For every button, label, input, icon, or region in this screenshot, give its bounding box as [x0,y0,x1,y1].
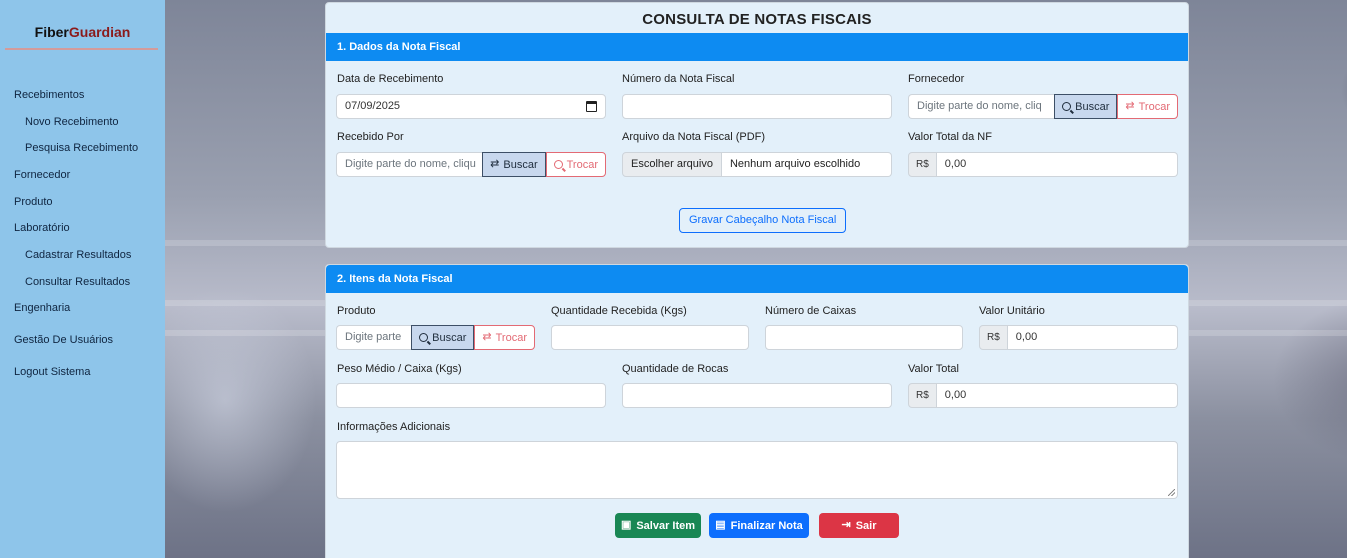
sidebar-item-novo-recebimento[interactable]: Novo Recebimento [25,116,119,128]
info-adicionais-textarea[interactable] [336,441,1178,499]
info-adicionais-label: Informações Adicionais [337,421,451,433]
resize-handle[interactable] [1168,489,1175,496]
fornecedor-label: Fornecedor [908,73,965,85]
trocar-label: Trocar [566,158,598,171]
fornecedor-trocar-button[interactable]: ⇄ Trocar [1117,94,1178,119]
quantidade-label: Quantidade Recebida (Kgs) [551,305,687,317]
buscar-label: Buscar [1075,100,1110,113]
peso-medio-input[interactable] [336,383,606,408]
quantidade-rocas-input[interactable] [622,383,892,408]
buscar-label: Buscar [503,158,538,171]
valor-total-nf-label: Valor Total da NF [908,131,992,143]
produto-buscar-button[interactable]: Buscar [411,325,475,350]
recebido-por-input[interactable]: Digite parte do nome, cliqu [336,152,483,177]
exit-icon: ⇥ [841,519,851,531]
data-recebimento-label: Data de Recebimento [337,73,444,85]
valor-unitario-input[interactable]: 0,00 [1007,325,1178,350]
produto-label: Produto [337,305,376,317]
valor-unitario-label: Valor Unitário [979,305,1045,317]
page-title: CONSULTA DE NOTAS FISCAIS [642,11,872,28]
swap-icon: ⇄ [490,158,500,170]
brand-part1: Fiber [34,24,69,40]
valor-total-nf-group: R$ 0,00 [908,152,1178,177]
fornecedor-input[interactable]: Digite parte do nome, cliq [908,94,1055,119]
arquivo-label: Arquivo da Nota Fiscal (PDF) [622,131,766,143]
sidebar-item-cadastrar-resultados[interactable]: Cadastrar Resultados [25,249,131,261]
file-icon: ▤ [715,519,726,531]
nota-fiscal-items-panel: 2. Itens da Nota Fiscal Produto Digite p… [325,264,1189,558]
quantidade-rocas-label: Quantidade de Rocas [622,363,729,375]
finalizar-nota-button[interactable]: ▤ Finalizar Nota [709,513,809,538]
arquivo-status: Nenhum arquivo escolhido [721,152,892,177]
salvar-item-label: Salvar Item [636,519,696,532]
numero-caixas-input[interactable] [765,325,963,350]
search-icon [419,333,429,342]
produto-trocar-button[interactable]: ⇄ Trocar [474,325,535,350]
sidebar: FiberGuardian Recebimentos Novo Recebime… [0,0,165,558]
search-icon [1062,102,1072,111]
produto-input[interactable]: Digite parte [336,325,412,350]
fornecedor-group: Digite parte do nome, cliq Buscar ⇄ Troc… [908,94,1178,119]
swap-icon: ⇄ [482,331,492,343]
calendar-icon[interactable] [586,101,597,112]
brand-divider [5,48,158,50]
sidebar-item-engenharia[interactable]: Engenharia [14,302,70,314]
currency-prefix: R$ [979,325,1008,350]
sidebar-item-logout[interactable]: Logout Sistema [14,366,90,378]
nota-fiscal-header-panel: CONSULTA DE NOTAS FISCAIS 1. Dados da No… [325,2,1189,248]
swap-icon: ⇄ [1125,100,1135,112]
salvar-item-button[interactable]: ▣ Salvar Item [615,513,701,538]
fornecedor-buscar-button[interactable]: Buscar [1054,94,1118,119]
recebido-por-label: Recebido Por [337,131,404,143]
numero-nf-input[interactable] [622,94,892,119]
valor-total-nf-input[interactable]: 0,00 [936,152,1178,177]
gravar-cabecalho-button[interactable]: Gravar Cabeçalho Nota Fiscal [679,208,847,233]
sair-button[interactable]: ⇥ Sair [819,513,899,538]
recebido-por-buscar-button[interactable]: ⇄ Buscar [482,152,546,177]
valor-unitario-group: R$ 0,00 [979,325,1178,350]
sidebar-item-recebimentos[interactable]: Recebimentos [14,89,84,101]
brand-part2: Guardian [68,24,131,40]
sair-label: Sair [855,519,877,532]
section-header-itens: 2. Itens da Nota Fiscal [326,265,1188,293]
sidebar-item-fornecedor[interactable]: Fornecedor [14,169,70,181]
quantidade-input[interactable] [551,325,749,350]
trocar-label: Trocar [1138,100,1170,113]
recebido-por-group: Digite parte do nome, cliqu ⇄ Buscar Tro… [336,152,606,177]
search-icon [553,160,563,169]
escolher-arquivo-button[interactable]: Escolher arquivo [622,152,722,177]
data-recebimento-value: 07/09/2025 [345,100,401,112]
sidebar-item-gestao-usuarios[interactable]: Gestão De Usuários [14,334,113,346]
peso-medio-label: Peso Médio / Caixa (Kgs) [337,363,462,375]
sidebar-item-consultar-resultados[interactable]: Consultar Resultados [25,276,130,288]
finalizar-nota-label: Finalizar Nota [730,519,803,532]
currency-prefix: R$ [908,383,937,408]
arquivo-file-input[interactable]: Escolher arquivo Nenhum arquivo escolhid… [622,152,892,177]
numero-nf-label: Número da Nota Fiscal [622,73,735,85]
currency-prefix: R$ [908,152,937,177]
trocar-label: Trocar [495,331,527,344]
produto-group: Digite parte Buscar ⇄ Trocar [336,325,535,350]
sidebar-item-pesquisa-recebimento[interactable]: Pesquisa Recebimento [25,142,138,154]
valor-total-input[interactable]: 0,00 [936,383,1178,408]
sidebar-item-laboratorio[interactable]: Laboratório [14,222,70,234]
numero-caixas-label: Número de Caixas [765,305,857,317]
valor-total-group: R$ 0,00 [908,383,1178,408]
brand-logo: FiberGuardian [0,24,165,40]
sidebar-item-produto[interactable]: Produto [14,196,53,208]
save-icon: ▣ [620,519,632,531]
recebido-por-trocar-button[interactable]: Trocar [545,152,606,177]
valor-total-label: Valor Total [908,363,959,375]
buscar-label: Buscar [432,331,467,344]
data-recebimento-input[interactable]: 07/09/2025 [336,94,606,119]
section-header-dados: 1. Dados da Nota Fiscal [326,33,1188,61]
